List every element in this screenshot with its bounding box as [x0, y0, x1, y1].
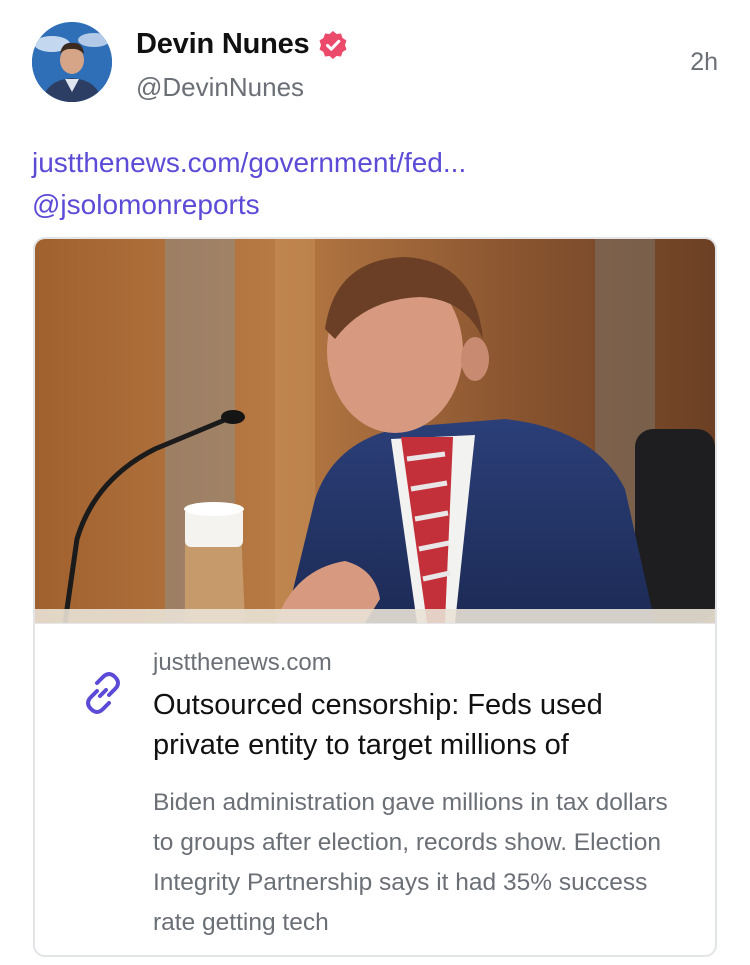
link-preview-card[interactable]: justthenews.com Outsourced censorship: F… — [33, 237, 717, 957]
author-name-row: Devin Nunes — [136, 28, 349, 61]
avatar-photo — [32, 22, 112, 102]
post-timestamp[interactable]: 2h — [690, 48, 718, 77]
author-display-name[interactable]: Devin Nunes — [136, 28, 310, 61]
author-handle[interactable]: @DevinNunes — [136, 72, 304, 103]
card-description: Biden administration gave millions in ta… — [153, 789, 668, 936]
card-domain: justthenews.com — [153, 649, 332, 676]
card-title[interactable]: Outsourced censorship: Feds used private… — [153, 685, 673, 765]
card-divider — [35, 623, 715, 624]
post-link[interactable]: justthenews.com/government/fed... — [32, 142, 466, 184]
post-mention[interactable]: @jsolomonreports — [32, 184, 466, 226]
link-preview-image — [35, 239, 715, 623]
link-icon — [79, 669, 127, 717]
author-avatar[interactable] — [32, 22, 112, 102]
post-body: justthenews.com/government/fed... @jsolo… — [32, 142, 466, 226]
post-container: Devin Nunes @DevinNunes 2h justthenews.c… — [0, 0, 750, 965]
verified-badge-icon — [317, 29, 349, 61]
